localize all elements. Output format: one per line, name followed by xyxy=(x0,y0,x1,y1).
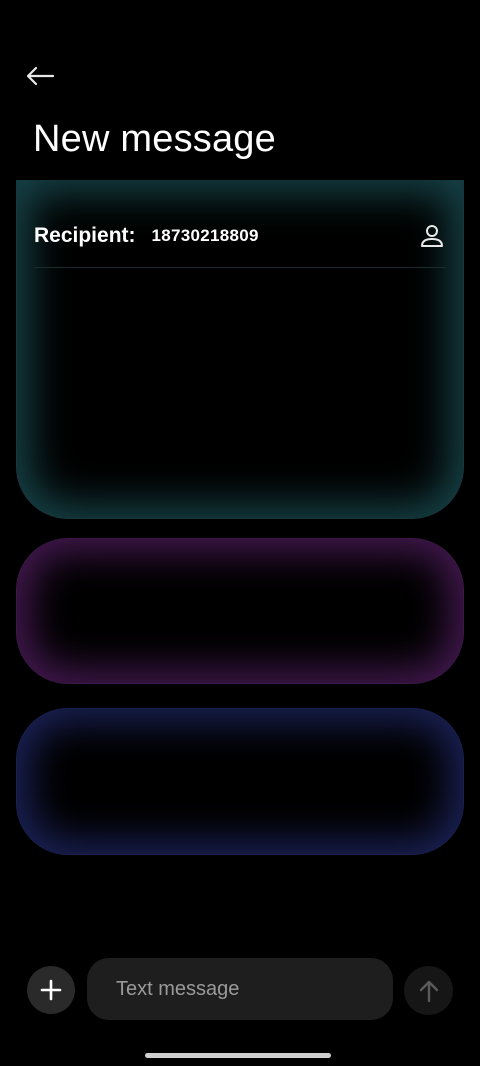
contact-picker-button[interactable] xyxy=(412,216,452,256)
home-indicator[interactable] xyxy=(145,1053,331,1058)
send-button[interactable] xyxy=(404,966,453,1015)
arrow-left-icon xyxy=(26,66,55,86)
person-icon xyxy=(421,225,443,247)
glow-card-blue xyxy=(16,708,464,855)
text-message-field[interactable] xyxy=(87,958,393,1020)
glow-card-purple xyxy=(16,538,464,684)
recipient-divider xyxy=(34,267,446,268)
plus-icon xyxy=(40,979,62,1001)
back-button[interactable] xyxy=(18,56,62,96)
add-attachment-button[interactable] xyxy=(27,966,75,1014)
arrow-up-icon xyxy=(419,980,438,1002)
recipient-row: Recipient: 18730218809 xyxy=(34,214,446,258)
page-title: New message xyxy=(33,118,276,160)
recipient-label: Recipient: xyxy=(34,224,136,247)
recipient-field[interactable]: 18730218809 xyxy=(152,226,412,246)
text-message-input[interactable] xyxy=(114,976,393,1002)
